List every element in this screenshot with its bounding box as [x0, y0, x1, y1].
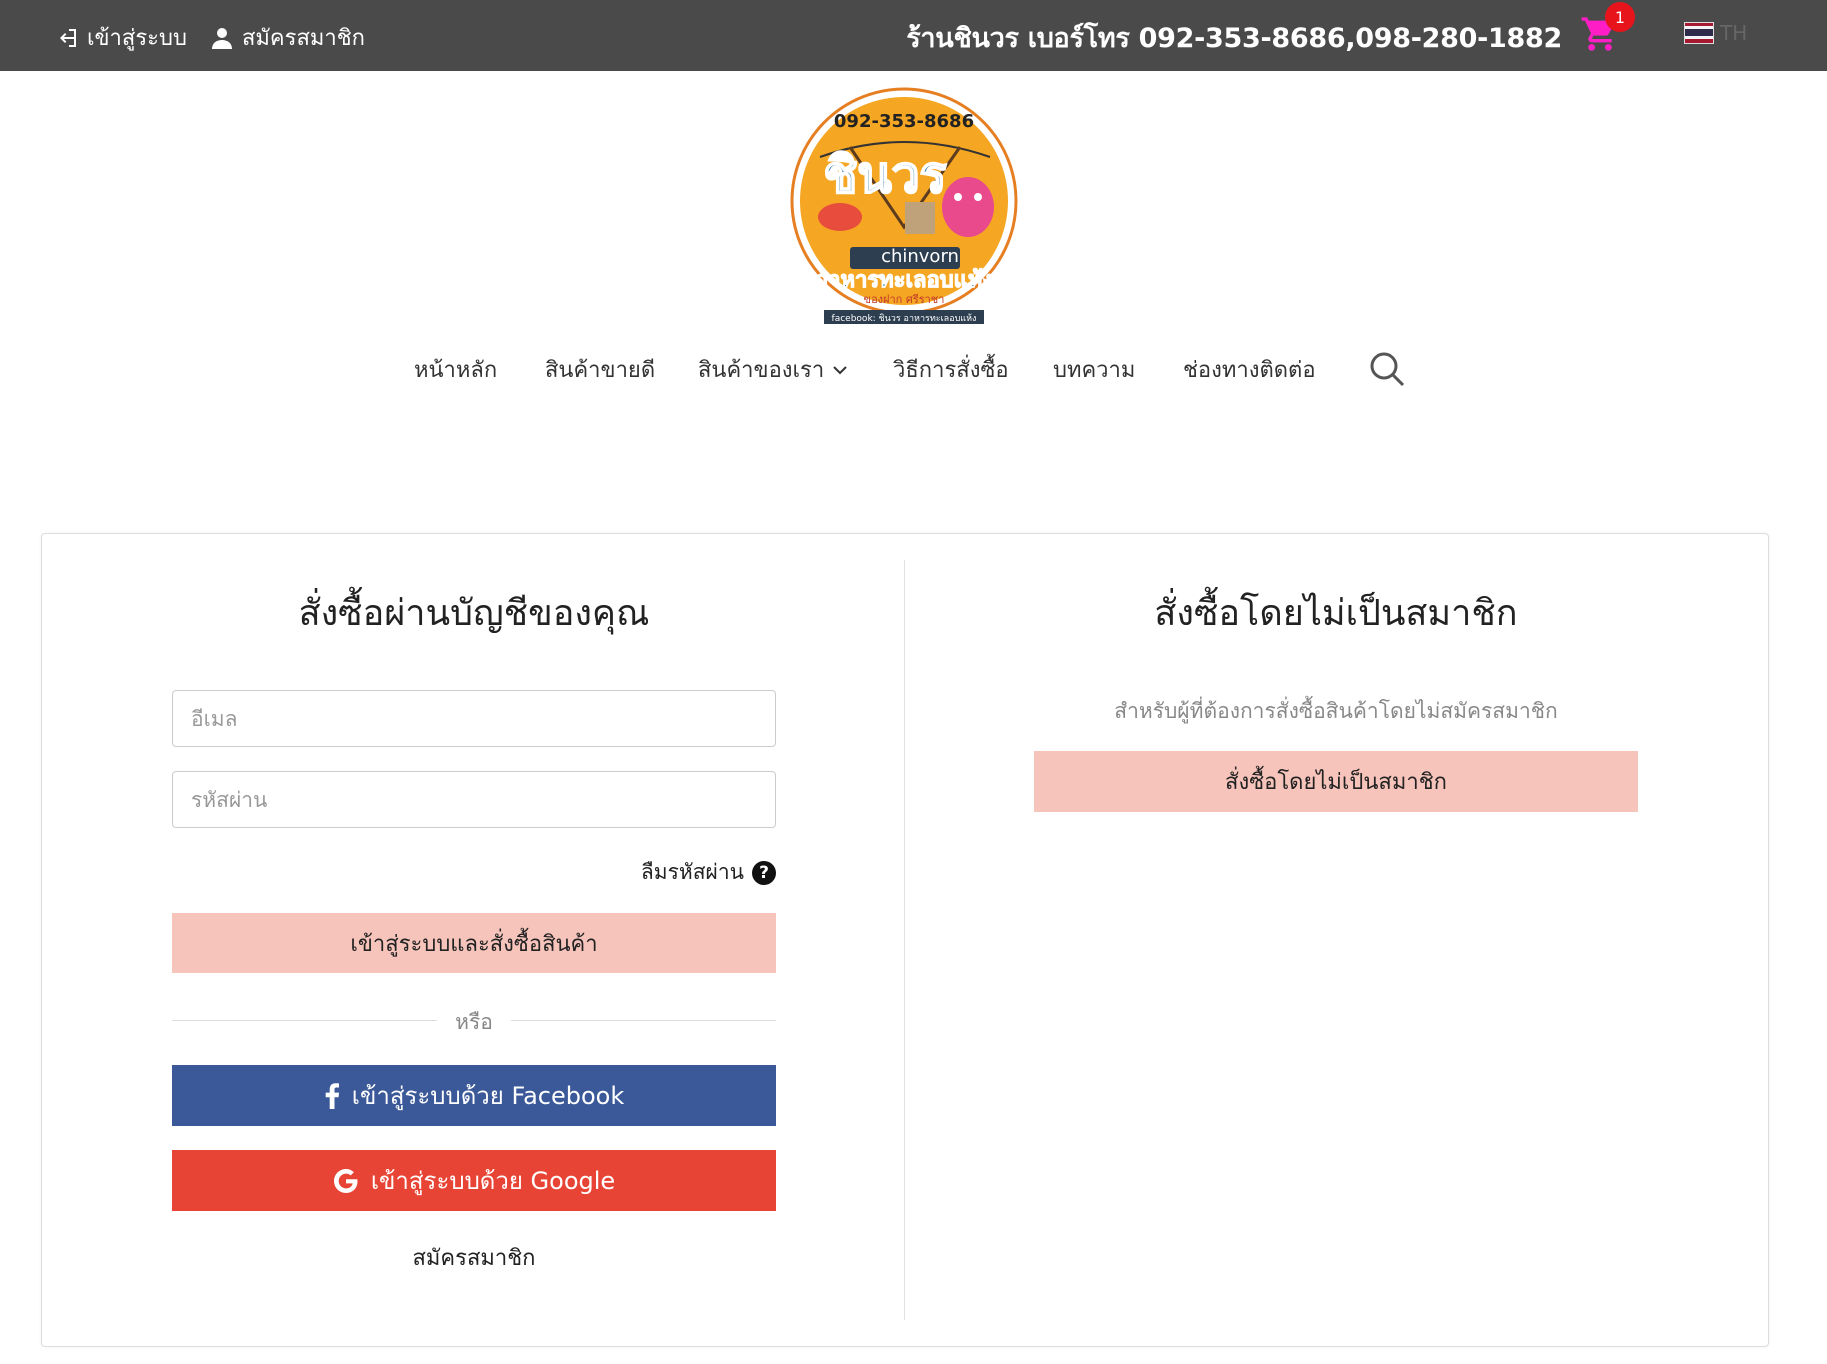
main-nav: หน้าหลัก สินค้าขายดี สินค้าของเรา วิธีกา…	[0, 352, 1827, 392]
sign-in-icon	[60, 28, 76, 47]
or-separator: หรือ	[172, 1006, 776, 1036]
thai-flag-icon	[1684, 22, 1714, 44]
user-icon	[212, 27, 232, 49]
member-title: สั่งซื้อผ่านบัญชีของคุณ	[298, 593, 650, 634]
facebook-login-label: เข้าสู่ระบบด้วย Facebook	[351, 1082, 625, 1110]
forgot-password-link[interactable]: ลืมรหัสผ่าน ?	[560, 856, 776, 889]
chevron-down-icon	[833, 365, 847, 374]
register-link-top[interactable]: สมัครสมาชิก	[210, 20, 365, 55]
nav-how-to-order[interactable]: วิธีการสั่งซื้อ	[893, 352, 1009, 387]
nav-bestsellers[interactable]: สินค้าขายดี	[545, 352, 655, 387]
question-circle-icon: ?	[752, 860, 776, 885]
forgot-password-label: ลืมรหัสผ่าน	[640, 860, 744, 884]
logo-tagline: อาหารทะเลอบแห้ง	[815, 268, 993, 293]
google-login-label: เข้าสู่ระบบด้วย Google	[370, 1167, 616, 1195]
logo-brand: ชินวร	[823, 146, 946, 204]
login-link[interactable]: เข้าสู่ระบบ	[55, 20, 187, 55]
shop-phone: ร้านชินวร เบอร์โทร 092-353-8686,098-280-…	[906, 23, 1562, 54]
or-line-right	[511, 1020, 776, 1021]
password-input[interactable]	[172, 771, 776, 828]
column-divider	[904, 560, 905, 1320]
top-bar: เข้าสู่ระบบ สมัครสมาชิก ร้านชินวร เบอร์โ…	[0, 0, 1827, 71]
nav-home[interactable]: หน้าหลัก	[414, 352, 497, 387]
google-login-button[interactable]: เข้าสู่ระบบด้วย Google	[172, 1150, 776, 1211]
nav-articles[interactable]: บทความ	[1053, 352, 1135, 387]
login-link-label: เข้าสู่ระบบ	[87, 26, 187, 51]
nav-products[interactable]: สินค้าของเรา	[698, 352, 848, 387]
logo-line-id: chinvorn	[881, 246, 959, 267]
nav-contact[interactable]: ช่องทางติดต่อ	[1183, 352, 1316, 387]
logo-facebook: facebook: ชินวร อาหารทะเลอบแห้ง	[832, 313, 977, 324]
facebook-icon	[325, 1082, 339, 1109]
email-input[interactable]	[172, 690, 776, 747]
language-label: TH	[1720, 21, 1748, 45]
register-link[interactable]: สมัครสมาชิก	[172, 1240, 776, 1275]
search-button[interactable]	[1368, 350, 1406, 388]
facebook-login-button[interactable]: เข้าสู่ระบบด้วย Facebook	[172, 1065, 776, 1126]
search-icon	[1370, 352, 1405, 387]
guest-title: สั่งซื้อโดยไม่เป็นสมาชิก	[1154, 593, 1518, 634]
logo-phone: 092-353-8686	[834, 111, 974, 132]
shop-logo[interactable]: 092-353-8686 ชินวร chinvorn อาหารทะเลอบแ…	[790, 87, 1018, 327]
guest-order-button[interactable]: สั่งซื้อโดยไม่เป็นสมาชิก	[1034, 751, 1638, 812]
nav-products-label: สินค้าของเรา	[698, 358, 825, 383]
google-icon	[333, 1168, 358, 1193]
guest-description: สำหรับผู้ที่ต้องการสั่งซื้อสินค้าโดยไม่ส…	[1114, 699, 1558, 723]
or-label: หรือ	[455, 1010, 493, 1034]
register-link-label: สมัครสมาชิก	[242, 26, 365, 51]
cart-count-badge: 1	[1605, 2, 1635, 32]
logo-subtitle: ของฝาก ศรีราชา	[864, 293, 945, 306]
language-switcher[interactable]: TH	[1684, 21, 1747, 45]
login-and-order-button[interactable]: เข้าสู่ระบบและสั่งซื้อสินค้า	[172, 913, 776, 973]
